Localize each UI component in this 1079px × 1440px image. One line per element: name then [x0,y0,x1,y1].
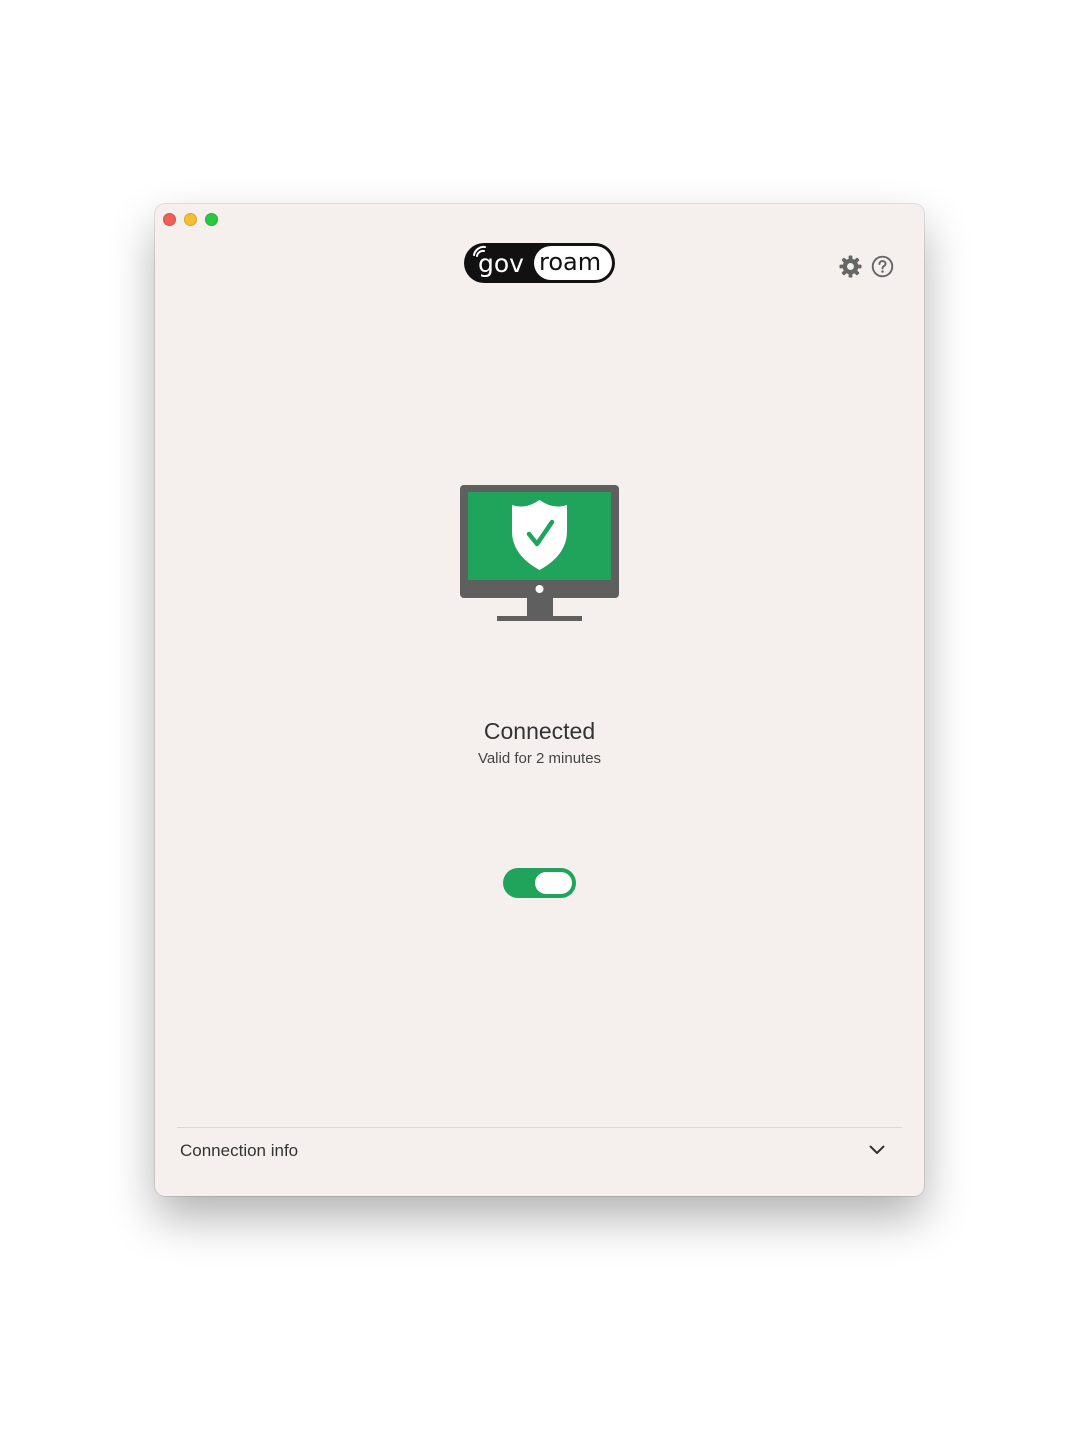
status-subtitle: Valid for 2 minutes [477,750,602,767]
zoom-window-button[interactable] [205,213,218,226]
toolbar-icons [839,255,894,278]
connection-info-disclosure[interactable]: Connection info [177,1128,902,1174]
app-window: gov roam Connected Valid for 2 minutes C… [155,204,924,1196]
logo-text-roam: roam [539,248,601,276]
window-controls [163,213,218,226]
help-icon[interactable] [871,255,894,278]
gear-icon[interactable] [839,255,862,278]
toggle-knob [535,872,572,894]
minimize-window-button[interactable] [184,213,197,226]
logo-text-gov: gov [478,249,524,278]
monitor-shield-check-icon [460,485,619,621]
close-window-button[interactable] [163,213,176,226]
status-title: Connected [483,718,596,744]
govroam-logo: gov roam [464,243,615,283]
connection-toggle[interactable] [503,868,576,898]
chevron-down-icon[interactable] [869,1145,885,1155]
connection-info-label: Connection info [180,1141,299,1160]
